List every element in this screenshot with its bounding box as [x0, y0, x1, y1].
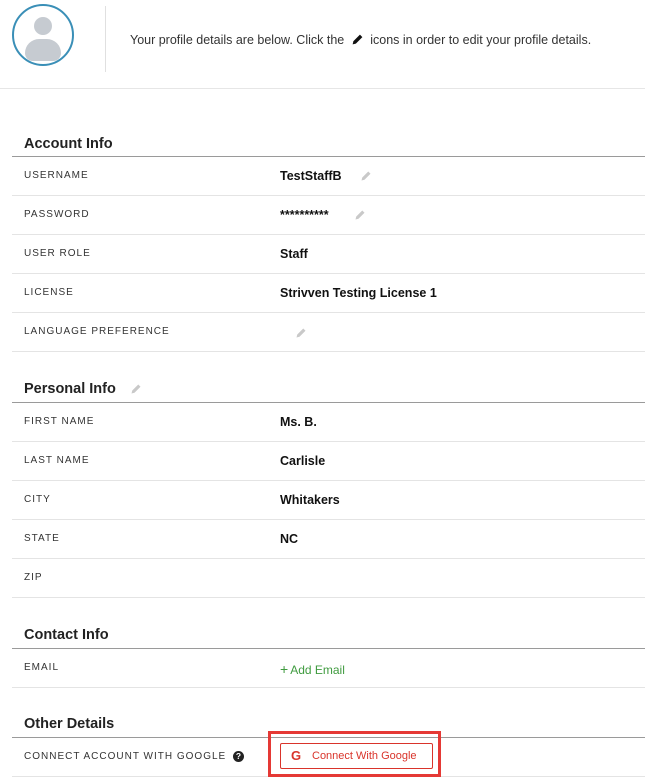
help-icon[interactable]: ?: [233, 751, 244, 762]
license-value: Strivven Testing License 1: [280, 286, 437, 300]
row-last-name: LAST NAME Carlisle: [12, 442, 645, 481]
add-email-link[interactable]: + Add Email: [280, 661, 345, 677]
email-label: EMAIL: [24, 662, 60, 673]
user-role-label: USER ROLE: [24, 248, 91, 259]
section-title-account: Account Info: [24, 136, 113, 152]
edit-username-pencil-icon[interactable]: [360, 170, 372, 182]
edit-language-pencil-icon[interactable]: [295, 327, 307, 339]
personal-title-text: Personal Info: [24, 381, 116, 397]
row-user-role: USER ROLE Staff: [12, 235, 645, 274]
row-city: CITY Whitakers: [12, 481, 645, 520]
header-divider: [105, 6, 106, 72]
password-label: PASSWORD: [24, 209, 90, 220]
connect-google-label: Connect With Google: [312, 750, 417, 762]
last-name-label: LAST NAME: [24, 455, 90, 466]
user-role-value: Staff: [280, 247, 308, 261]
google-label: CONNECT ACCOUNT WITH GOOGLE: [24, 751, 227, 762]
row-first-name: FIRST NAME Ms. B.: [12, 403, 645, 442]
row-state: STATE NC: [12, 520, 645, 559]
state-label: STATE: [24, 533, 60, 544]
first-name-label: FIRST NAME: [24, 416, 95, 427]
row-username: USERNAME TestStaffB: [12, 157, 645, 196]
row-zip: ZIP: [12, 559, 645, 598]
section-title-personal: Personal Info: [24, 381, 116, 397]
section-title-contact: Contact Info: [24, 627, 109, 643]
edit-personal-pencil-icon[interactable]: [130, 383, 142, 395]
zip-label: ZIP: [24, 572, 43, 583]
username-value: TestStaffB: [280, 169, 342, 183]
google-icon: G: [291, 748, 302, 763]
row-language: LANGUAGE PREFERENCE: [12, 313, 645, 352]
connect-google-button[interactable]: G Connect With Google: [280, 743, 433, 769]
section-title-other: Other Details: [24, 716, 115, 732]
row-license: LICENSE Strivven Testing License 1: [12, 274, 645, 313]
row-password: PASSWORD **********: [12, 196, 645, 235]
plus-icon: +: [280, 661, 289, 677]
city-label: CITY: [24, 494, 51, 505]
first-name-value: Ms. B.: [280, 415, 317, 429]
profile-header: Your profile details are below. Click th…: [0, 0, 645, 89]
intro-text-start: Your profile details are below. Click th…: [130, 33, 345, 47]
state-value: NC: [280, 532, 299, 546]
pencil-icon: [352, 34, 363, 45]
edit-password-pencil-icon[interactable]: [354, 209, 366, 221]
language-label: LANGUAGE PREFERENCE: [24, 326, 170, 337]
add-email-text: Add Email: [290, 663, 345, 677]
last-name-value: Carlisle: [280, 454, 326, 468]
avatar-icon: [12, 4, 74, 66]
license-label: LICENSE: [24, 287, 74, 298]
password-value: **********: [280, 208, 329, 222]
username-label: USERNAME: [24, 170, 89, 181]
intro-text: Your profile details are below. Click th…: [130, 33, 591, 47]
row-email: EMAIL + Add Email: [12, 649, 645, 688]
city-value: Whitakers: [280, 493, 340, 507]
intro-text-end: icons in order to edit your profile deta…: [370, 33, 592, 47]
